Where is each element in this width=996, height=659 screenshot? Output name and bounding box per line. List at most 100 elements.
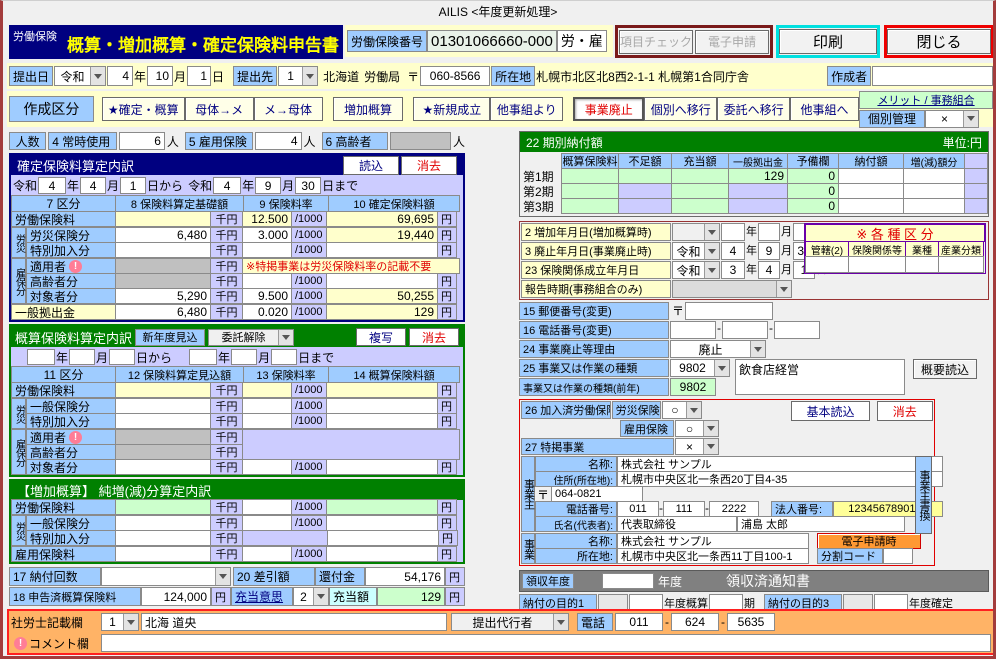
print-button[interactable]: 印刷	[779, 29, 877, 54]
f18-field[interactable]: 124,000	[141, 587, 211, 606]
submit-dest-dropdown[interactable]: 1	[278, 66, 318, 86]
submit-month-field[interactable]: 10	[147, 66, 173, 86]
koyo-dropdown[interactable]: ○	[675, 420, 719, 437]
kubun-kobetsu-iko-button[interactable]: 個別へ移行	[644, 97, 717, 121]
kubun-haishi-button[interactable]: 事業廃止	[573, 97, 644, 121]
item-check-button[interactable]: 項目チェック	[619, 30, 693, 54]
f3-month-field[interactable]: 9	[758, 242, 780, 260]
kubun-zoka-button[interactable]: 増加概算	[333, 97, 404, 121]
rate-field[interactable]	[242, 459, 292, 475]
kubun-v4[interactable]	[938, 256, 984, 273]
amount-field[interactable]	[326, 546, 438, 562]
kubun-shinki-button[interactable]: ★新規成立	[413, 97, 490, 121]
gaisan-clear-button[interactable]: 消去	[409, 328, 459, 346]
comment-field[interactable]	[101, 634, 991, 652]
gaisan-from-month[interactable]	[69, 349, 95, 365]
owner-tel3[interactable]: 2222	[709, 501, 759, 517]
itaku-kaijo-dropdown[interactable]: 委託解除	[208, 329, 294, 346]
submit-day-field[interactable]: 1	[187, 66, 211, 86]
owner-name-field[interactable]: 株式会社 サンプル	[617, 456, 943, 472]
amount-field[interactable]	[326, 273, 438, 289]
report-dropdown[interactable]	[672, 280, 792, 298]
ryoshu-year-field[interactable]	[602, 573, 654, 589]
f3-era-dropdown[interactable]: 令和	[672, 242, 720, 260]
nofu-cell[interactable]	[838, 198, 904, 214]
rep-name-field[interactable]: 浦島 太郎	[737, 516, 905, 532]
rate-field[interactable]	[242, 398, 292, 414]
base-field[interactable]	[115, 242, 211, 258]
base-field[interactable]	[115, 530, 211, 546]
gaisan-to-year[interactable]	[189, 349, 217, 365]
f25-name-field[interactable]: 飲食店経営	[735, 359, 905, 395]
sharoushi-name-field[interactable]: 北海 道央	[141, 613, 447, 631]
biz-name-field[interactable]: 株式会社 サンプル	[617, 533, 809, 549]
f16-tel2[interactable]	[722, 321, 768, 339]
kubun-botai-button[interactable]: 母体→メ	[185, 97, 254, 121]
amount-field[interactable]	[326, 242, 438, 258]
kakutei-from-year[interactable]: 4	[38, 177, 66, 194]
submit-year-field[interactable]: 4	[107, 66, 133, 86]
base-field[interactable]	[115, 546, 211, 562]
f16-tel3[interactable]	[774, 321, 820, 339]
f23-year-field[interactable]: 3	[721, 261, 745, 279]
denshi-shinsei-button[interactable]: 電子申請時	[817, 533, 921, 549]
nofu-cell[interactable]	[838, 168, 904, 184]
rate-field[interactable]	[242, 515, 292, 531]
f27-dropdown[interactable]: ×	[675, 438, 719, 455]
gaisan-from-year[interactable]	[27, 349, 55, 365]
rate-field[interactable]	[242, 273, 292, 289]
owner-postal-field[interactable]: 064-0821	[551, 486, 643, 502]
rate-field[interactable]	[242, 413, 292, 429]
kihon-read-button[interactable]: 基本読込	[791, 401, 869, 421]
koyo-count-field[interactable]: 4	[255, 132, 301, 150]
f17-dropdown[interactable]	[101, 567, 231, 586]
rep-title-field[interactable]: 代表取締役	[617, 516, 737, 532]
kubun-v1[interactable]	[805, 256, 849, 273]
daiko-dropdown[interactable]: 提出代行者	[451, 613, 569, 631]
insurance-number-value[interactable]: 01301066660-000	[427, 30, 557, 52]
amount-field[interactable]	[327, 530, 439, 546]
kakutei-from-day[interactable]: 1	[120, 177, 146, 194]
gaiyo-read-button[interactable]: 概要読込	[913, 359, 977, 379]
owner-clear-button[interactable]: 消去	[877, 401, 933, 421]
kubun-itaku-iko-button[interactable]: 委託へ移行	[717, 97, 790, 121]
gaisan-to-month[interactable]	[231, 349, 257, 365]
f2-year-field[interactable]	[721, 223, 745, 241]
gaisan-copy-button[interactable]: 複写	[356, 328, 406, 346]
f16-tel1[interactable]	[670, 321, 716, 339]
shinnendo-button[interactable]: 新年度見込	[135, 329, 205, 346]
kakutei-clear-button[interactable]: 消去	[401, 156, 457, 175]
f15-field[interactable]	[685, 302, 773, 320]
kakutei-from-month[interactable]: 4	[80, 177, 106, 194]
kakutei-to-day[interactable]: 30	[295, 177, 321, 194]
close-button[interactable]: 閉じる	[887, 29, 991, 54]
submit-era-dropdown[interactable]: 令和	[54, 66, 106, 86]
base-field[interactable]	[115, 413, 211, 429]
nofu-cell[interactable]	[838, 183, 904, 199]
rate-field[interactable]	[242, 242, 292, 258]
amount-field[interactable]	[326, 515, 438, 531]
footer-tel3[interactable]: 5635	[727, 613, 775, 631]
base-field[interactable]: 6,480	[115, 227, 211, 243]
f23-month-field[interactable]: 4	[758, 261, 780, 279]
kubun-tajiso-he-button[interactable]: 他事組へ	[790, 97, 859, 121]
f24-dropdown[interactable]: 廃止	[670, 340, 766, 358]
footer-tel1[interactable]: 011	[615, 613, 663, 631]
kakutei-to-year[interactable]: 4	[213, 177, 241, 194]
base-field[interactable]: 6,480	[115, 304, 211, 320]
base-field[interactable]	[115, 515, 211, 531]
kakutei-read-button[interactable]: 読込	[343, 156, 399, 175]
footer-tel2[interactable]: 624	[671, 613, 719, 631]
rosai-dropdown[interactable]: ○	[662, 401, 702, 419]
amount-field[interactable]	[326, 413, 438, 429]
amount-field[interactable]	[326, 459, 438, 475]
rate-field[interactable]	[242, 546, 292, 562]
biz-addr-field[interactable]: 札幌市中央区北一条西11丁目100-1	[617, 548, 809, 564]
sharoushi-no-dropdown[interactable]: 1	[101, 613, 139, 631]
kubun-kakutei-gaisan-button[interactable]: ★確定・概算	[102, 97, 185, 121]
juto-ishi-label[interactable]: 充当意思	[231, 587, 293, 606]
insurance-kind-value[interactable]: 労・雇	[557, 30, 607, 52]
joji-field[interactable]: 6	[119, 132, 165, 150]
kubun-v3[interactable]	[905, 256, 939, 273]
author-field[interactable]	[872, 66, 993, 86]
